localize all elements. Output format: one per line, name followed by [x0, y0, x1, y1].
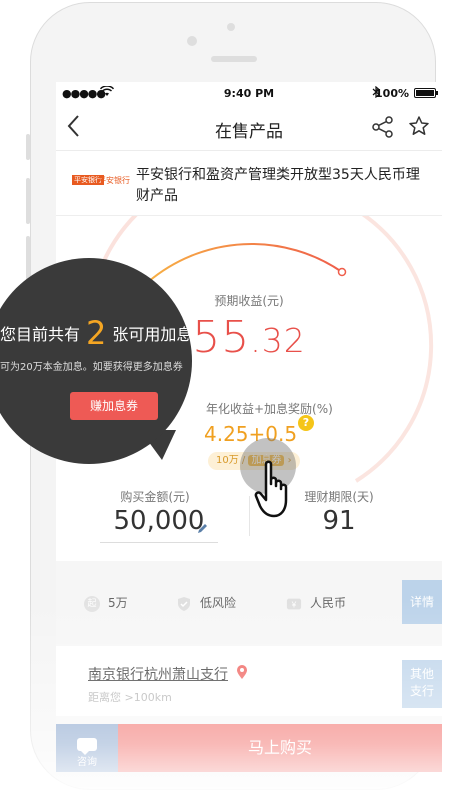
feature-risk: 低风险: [176, 594, 236, 612]
tooltip-line1: 您目前共有2张可用加息券: [0, 314, 192, 352]
other-branch-button[interactable]: 其他 支行: [402, 660, 442, 708]
phone-side-button: [26, 134, 30, 160]
term-value: 91: [322, 506, 356, 536]
bottom-bar: 咨询 马上购买: [56, 724, 442, 772]
nav-bar: 在售产品: [56, 106, 442, 151]
coin-icon: 起: [84, 595, 100, 612]
coupon-pill[interactable]: 10万 / 加息券 ›: [208, 452, 300, 470]
buy-now-button[interactable]: 马上购买: [118, 724, 442, 772]
phone-volume-up: [26, 178, 30, 224]
feature-currency: ¥ 人民币: [286, 594, 346, 612]
amount-label: 购买金额(元): [120, 490, 190, 504]
phone-camera: [187, 36, 197, 46]
help-icon[interactable]: ?: [298, 415, 314, 431]
edit-icon[interactable]: [196, 520, 208, 539]
product-name: 平安银行和盈资产管理类开放型35天人民币理财产品: [136, 167, 420, 204]
consult-button[interactable]: 咨询: [56, 724, 118, 772]
branch-name-link[interactable]: 南京银行杭州萧山支行: [88, 664, 228, 684]
phone-sensor: [227, 23, 235, 31]
divider: [249, 496, 250, 536]
feature-row: 起 5万 低风险 ¥ 人民币 详情: [56, 580, 442, 628]
phone-speaker: [211, 56, 257, 62]
share-button[interactable]: [372, 116, 394, 142]
feature-min-amount: 起 5万: [84, 594, 128, 612]
term-label: 理财期限(天): [304, 490, 374, 504]
chevron-right-icon: ›: [287, 455, 292, 466]
earn-coupon-button[interactable]: 赚加息券: [70, 392, 158, 420]
svg-text:¥: ¥: [291, 600, 297, 609]
annual-rate-label: 年化收益+加息奖励(%): [206, 402, 333, 416]
gauge-handle[interactable]: [337, 267, 347, 277]
bank-branch: 南京银行杭州萧山支行 距离您 >100km 其他 支行: [56, 646, 442, 716]
star-icon: [409, 116, 429, 135]
product-header: 平安银行 平安银行 平安银行和盈资产管理类开放型35天人民币理财产品: [56, 151, 442, 216]
favorite-button[interactable]: [408, 115, 430, 141]
phone-volume-down: [26, 236, 30, 282]
annual-rate-value: 4.25+0.5: [204, 422, 298, 446]
shield-icon: [178, 596, 190, 611]
battery-icon: [414, 88, 438, 98]
status-bar: ●●●●● 9:40 PM 100%: [56, 82, 442, 106]
share-icon: [372, 116, 393, 138]
yuan-card-icon: ¥: [286, 598, 302, 609]
tooltip-line2: 可为20万本金加息。如要获得更多加息券: [0, 362, 183, 373]
detail-button[interactable]: 详情: [402, 580, 442, 624]
battery-percent: 100%: [375, 87, 409, 100]
chat-bubble-icon: [77, 738, 97, 755]
location-pin-icon: [236, 664, 248, 684]
branch-distance: 距离您 >100km: [88, 691, 172, 704]
